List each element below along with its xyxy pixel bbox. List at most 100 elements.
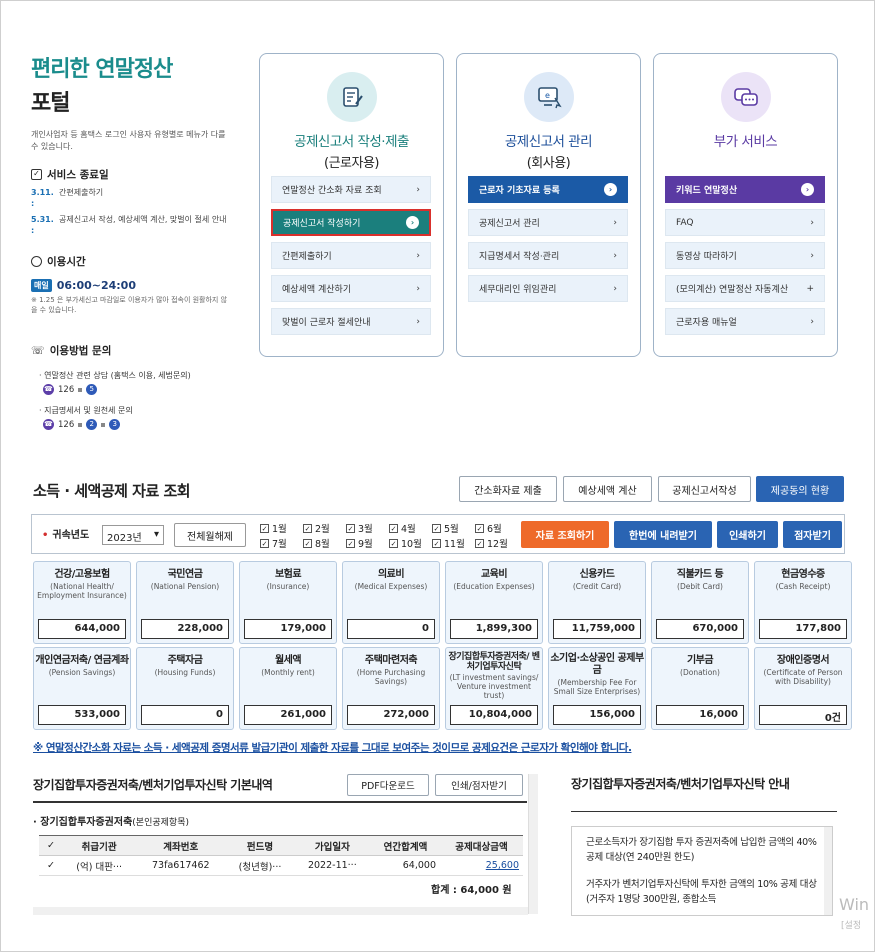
cell-institution: (억) 대판··· — [63, 855, 136, 876]
deduction-subtitle: (Pension Savings) — [48, 668, 116, 677]
deductible-amount-link[interactable]: 25,600 — [486, 860, 519, 871]
deduction-cell-monthly-rent[interactable]: 월세액 (Monthly rent) 261,000 — [239, 647, 337, 730]
download-all-button[interactable]: 한번에 내려받기 — [614, 521, 712, 548]
usage-time-label: 이용시간 — [47, 256, 86, 268]
menu-item-deduction-manage[interactable]: 공제신고서 관리 › — [468, 209, 628, 236]
deduction-subtitle: (Membership Fee For Small Size Enterpris… — [553, 678, 641, 696]
service-end-date: 5.31. : — [31, 215, 54, 235]
row-checkbox[interactable]: ✓ — [39, 855, 63, 876]
estimate-tax-button[interactable]: 예상세액 계산 — [563, 476, 652, 502]
phone-icon: ☎ — [43, 419, 54, 430]
month-checkbox[interactable]: ✓ 1월 — [260, 521, 287, 535]
menu-item-simplified-data[interactable]: 연말정산 간소화 자료 조회 › — [271, 176, 431, 203]
menu-item-label: (모의계산) 연말정산 자동계산 — [676, 285, 789, 295]
year-select[interactable]: 2023년 ▾ — [102, 525, 164, 545]
menu-item-auto-calc[interactable]: (모의계산) 연말정산 자동계산 + — [665, 275, 825, 302]
deduction-cell-health[interactable]: 건강/고용보험 (National Health/ Employment Insu… — [33, 561, 131, 644]
braille-button[interactable]: 점자받기 — [783, 521, 842, 548]
deduction-cell-pension-savings[interactable]: 개인연금저축/ 연금계좌 (Pension Savings) 533,000 — [33, 647, 131, 730]
deduction-cell-debit-card[interactable]: 직불카드 등 (Debit Card) 670,000 — [651, 561, 749, 644]
inquiry-item: · 지급명세서 및 원천세 문의 — [39, 406, 133, 415]
deduction-value: 261,000 — [244, 705, 332, 725]
service-end-row: 3.11. : 간편제출하기 — [31, 187, 231, 209]
month-label: 5월 — [444, 524, 459, 535]
month-checkbox[interactable]: ✓ 6월 — [475, 521, 502, 535]
extension-number: 5 — [86, 384, 98, 395]
deduction-subtitle: (Housing Funds) — [154, 668, 216, 677]
page-frame: 편리한 연말정산 포털 개인사업자 등 홈택스 로그인 사용자 유형별로 메뉴가… — [0, 0, 875, 952]
deduction-value: 11,759,000 — [553, 619, 641, 639]
deduction-cell-insurance[interactable]: 보험료 (Insurance) 179,000 — [239, 561, 337, 644]
menu-item-tax-agent[interactable]: 세무대리인 위임관리 › — [468, 275, 628, 302]
month-checkbox[interactable]: ✓ 12월 — [475, 536, 508, 550]
menu-item-write-deduction[interactable]: 공제신고서 작성하기 › — [271, 209, 431, 236]
inquiry-phone: ☎ 126 5 — [43, 384, 231, 395]
menu-item-label: 맞벌이 근로자 절세안내 — [282, 318, 371, 328]
menu-item-worker-basic[interactable]: 근로자 기초자료 등록 › — [468, 176, 628, 203]
card-menu: 근로자 기초자료 등록 › 공제신고서 관리 › 지급명세서 작성·관리 › 세무대리… — [468, 176, 628, 308]
month-checkbox[interactable]: ✓ 5월 — [432, 521, 459, 535]
horizontal-scrollbar[interactable] — [33, 907, 528, 915]
deduction-cell-education[interactable]: 교육비 (Education Expenses) 1,899,300 — [445, 561, 543, 644]
menu-item-faq[interactable]: FAQ › — [665, 209, 825, 236]
month-checkbox[interactable]: ✓ 9월 — [346, 536, 373, 550]
month-label: 4월 — [401, 524, 416, 535]
deduction-cell-donation[interactable]: 기부금 (Donation) 16,000 — [651, 647, 749, 730]
menu-item-label: 지급명세서 작성·관리 — [479, 252, 560, 262]
deduction-cell-pension[interactable]: 국민연금 (National Pension) 228,000 — [136, 561, 234, 644]
deduction-subtitle: (National Health/ Employment Insurance) — [37, 582, 127, 600]
month-checkbox[interactable]: ✓ 4월 — [389, 521, 416, 535]
deduction-cell-disability[interactable]: 장애인증명서 (Certificate of Person with Disabi… — [754, 647, 852, 730]
print-button[interactable]: 인쇄하기 — [717, 521, 778, 548]
section-divider — [33, 801, 527, 803]
deduction-cell-lt-investment[interactable]: 장기집합투자증권저축/ 벤처기업투자신탁 (LT investment savin… — [445, 647, 543, 730]
month-checkbox[interactable]: ✓ 3월 — [346, 521, 373, 535]
cell-deductible[interactable]: 25,600 — [440, 855, 523, 876]
guide-scrollbar[interactable] — [824, 827, 832, 915]
column-header: 펀드명 — [226, 835, 294, 856]
phone-icon: ☏ — [31, 344, 45, 357]
month-checkbox[interactable]: ✓ 11월 — [432, 536, 465, 550]
column-header: 연간합계액 — [370, 835, 441, 856]
menu-item-payment-statement[interactable]: 지급명세서 작성·관리 › — [468, 242, 628, 269]
deduction-cell-small-business[interactable]: 소기업·소상공인 공제부금 (Membership Fee For Small S… — [548, 647, 646, 730]
deduction-cell-medical[interactable]: 의료비 (Medical Expenses) 0 — [342, 561, 440, 644]
deduction-title: 국민연금 — [167, 569, 203, 580]
write-deduction-button[interactable]: 공제신고서작성 — [658, 476, 751, 502]
pdf-download-button[interactable]: PDF다운로드 — [347, 774, 429, 796]
deduction-cell-credit-card[interactable]: 신용카드 (Credit Card) 11,759,000 — [548, 561, 646, 644]
month-checkbox[interactable]: ✓ 10월 — [389, 536, 422, 550]
service-end-row: 5.31. : 공제신고서 작성, 예상세액 계산, 맞벌이 절세 안내 — [31, 214, 231, 236]
submit-simplified-button[interactable]: 간소화자료 제출 — [459, 476, 557, 502]
consent-status-button[interactable]: 제공동의 현황 — [756, 476, 844, 502]
sidebar-description: 개인사업자 등 홈택스 로그인 사용자 유형별로 메뉴가 다를 수 있습니다. — [31, 130, 226, 151]
menu-item-manual[interactable]: 근로자용 매뉴얼 › — [665, 308, 825, 335]
month-label: 10월 — [401, 539, 422, 550]
deduction-cell-home-savings[interactable]: 주택마련저축 (Home Purchasing Savings) 272,000 — [342, 647, 440, 730]
svg-text:e: e — [545, 91, 550, 100]
card-title: 공제신고서 관리 — [504, 134, 593, 150]
deduction-subtitle: (Credit Card) — [572, 582, 622, 591]
month-checkbox[interactable]: ✓ 7월 — [260, 536, 287, 550]
menu-item-video[interactable]: 동영상 따라하기 › — [665, 242, 825, 269]
checked-icon: ✓ — [475, 538, 484, 548]
month-checkbox[interactable]: ✓ 2월 — [303, 521, 330, 535]
deduction-cell-housing[interactable]: 주택자금 (Housing Funds) 0 — [136, 647, 234, 730]
vertical-scrollbar[interactable] — [528, 774, 538, 914]
menu-item-label: 공제신고서 작성하기 — [283, 219, 361, 229]
menu-item-dual-income[interactable]: 맞벌이 근로자 절세안내 › — [271, 308, 431, 335]
month-checkbox[interactable]: ✓ 8월 — [303, 536, 330, 550]
menu-item-estimate-tax[interactable]: 예상세액 계산하기 › — [271, 275, 431, 302]
search-data-button[interactable]: 자료 조회하기 — [521, 521, 609, 548]
menu-item-simple-submit[interactable]: 간편제출하기 › — [271, 242, 431, 269]
extension-number: 2 — [86, 419, 98, 430]
deduction-cell-cash-receipt[interactable]: 현금영수증 (Cash Receipt) 177,800 — [754, 561, 852, 644]
print-braille-button[interactable]: 인쇄/점자받기 — [435, 774, 523, 796]
checked-icon: ✓ — [260, 538, 269, 548]
menu-item-keyword[interactable]: 키워드 연말정산 › — [665, 176, 825, 203]
deduction-value: 644,000 — [38, 619, 126, 639]
inquiry-title: ☏ 이용방법 문의 — [31, 343, 231, 358]
deselect-all-months-button[interactable]: 전체월해제 — [174, 523, 246, 547]
select-all-checkbox[interactable]: ✓ — [39, 835, 63, 856]
deduction-title: 장애인증명서 — [776, 655, 830, 666]
